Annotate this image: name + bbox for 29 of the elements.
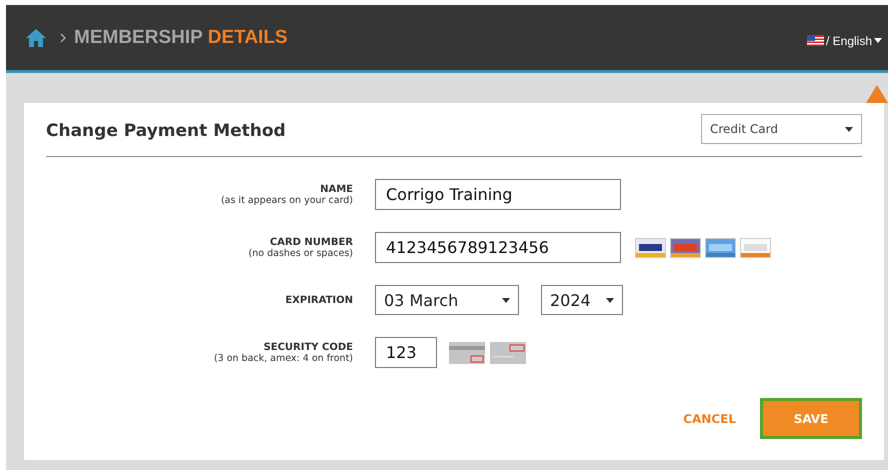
security-code-field[interactable]: 123 bbox=[375, 337, 437, 368]
field-hint: (no dashes or spaces) bbox=[248, 248, 353, 258]
credit-card-icon bbox=[670, 238, 701, 258]
field-label: EXPIRATION bbox=[284, 294, 353, 306]
flag-icon bbox=[806, 35, 824, 46]
year-dropdown[interactable]: 2024 bbox=[541, 285, 623, 315]
form-title: Change Payment Method bbox=[46, 120, 286, 141]
caret-icon bbox=[874, 38, 882, 43]
language-selector[interactable]: / English bbox=[806, 34, 882, 48]
payment-type-dropdown[interactable]: Credit Card bbox=[701, 114, 862, 144]
name-field[interactable]: Corrigo Training bbox=[375, 179, 621, 210]
card-number-field[interactable]: 4123456789123456 bbox=[375, 232, 621, 263]
field-hint: (as it appears on your card) bbox=[220, 194, 353, 206]
caret-icon bbox=[606, 298, 614, 302]
card-front-icon bbox=[490, 342, 526, 364]
caret-icon bbox=[502, 298, 510, 302]
month-dropdown[interactable]: 03 March bbox=[375, 285, 519, 315]
credit-card-icon bbox=[705, 238, 736, 258]
credit-card-icon bbox=[740, 238, 771, 258]
chevron-icon bbox=[60, 32, 66, 42]
field-label: CARD NUMBER bbox=[268, 236, 353, 248]
caret-icon bbox=[845, 126, 853, 132]
field-label: NAME bbox=[319, 184, 353, 194]
home-icon[interactable] bbox=[26, 28, 46, 46]
page-title: MEMBERSHIP DETAILS bbox=[74, 26, 288, 48]
credit-card-icon bbox=[635, 238, 666, 258]
card-back-icon bbox=[449, 342, 485, 364]
field-label: SECURITY CODE bbox=[262, 342, 353, 352]
field-hint: (3 on back, amex: 4 on front) bbox=[212, 352, 353, 364]
